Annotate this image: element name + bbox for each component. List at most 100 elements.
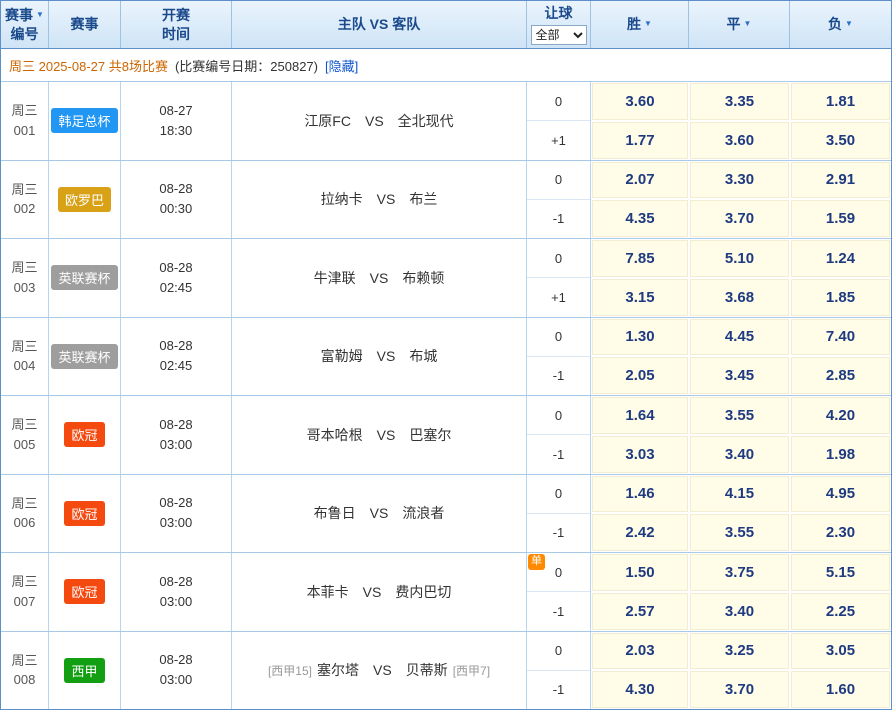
- odds-lose[interactable]: 2.91: [791, 162, 890, 199]
- away-team: 流浪者: [402, 503, 444, 523]
- odds-lose[interactable]: 2.85: [791, 357, 890, 394]
- odds-win[interactable]: 2.03: [592, 633, 688, 670]
- odds-win[interactable]: 2.42: [592, 514, 688, 551]
- odds-column-draw: 3.303.70: [689, 161, 790, 239]
- odds-draw[interactable]: 3.70: [690, 200, 789, 237]
- odds-win[interactable]: 2.05: [592, 357, 688, 394]
- odds-lose[interactable]: 2.25: [791, 593, 890, 630]
- odds-win[interactable]: 1.46: [592, 476, 688, 513]
- odds-column-draw: 3.553.40: [689, 396, 790, 474]
- header-lose[interactable]: 负 ▼: [790, 1, 891, 48]
- odds-draw[interactable]: 3.40: [690, 593, 789, 630]
- odds-draw[interactable]: 3.70: [690, 671, 789, 708]
- odds-column-draw: 3.353.60: [689, 82, 790, 160]
- odds-win[interactable]: 1.50: [592, 554, 688, 591]
- odds-draw[interactable]: 5.10: [690, 240, 789, 277]
- match-id-cell: 周三007: [1, 553, 49, 631]
- handicap-value: -1: [527, 513, 590, 552]
- match-id-cell: 周三002: [1, 161, 49, 239]
- odds-draw[interactable]: 3.75: [690, 554, 789, 591]
- match-id-cell: 周三006: [1, 475, 49, 553]
- vs-label: VS: [363, 584, 382, 600]
- odds-lose[interactable]: 1.24: [791, 240, 890, 277]
- odds-column-draw: 3.753.40: [689, 553, 790, 631]
- league-badge: 英联赛杯: [51, 344, 117, 369]
- odds-lose[interactable]: 1.81: [791, 83, 890, 120]
- odds-lose[interactable]: 4.95: [791, 476, 890, 513]
- handicap-cell: 0-1: [527, 161, 591, 239]
- odds-draw[interactable]: 3.68: [690, 279, 789, 316]
- league-cell: 欧罗巴: [49, 161, 121, 239]
- away-team: 布兰: [409, 189, 437, 209]
- odds-lose[interactable]: 1.98: [791, 436, 890, 473]
- home-team: 本菲卡: [307, 582, 349, 602]
- odds-lose[interactable]: 7.40: [791, 319, 890, 356]
- handicap-filter-select[interactable]: 全部: [531, 25, 587, 45]
- match-time: 03:00: [160, 670, 193, 690]
- match-day: 周三: [11, 494, 37, 514]
- odds-win[interactable]: 2.57: [592, 593, 688, 630]
- odds-draw[interactable]: 4.15: [690, 476, 789, 513]
- header-win[interactable]: 胜 ▼: [591, 1, 689, 48]
- league-badge: 欧冠: [64, 422, 104, 447]
- odds-draw[interactable]: 4.45: [690, 319, 789, 356]
- odds-column-win: 2.074.35: [591, 161, 689, 239]
- hide-link[interactable]: [隐藏]: [325, 56, 358, 75]
- odds-win[interactable]: 3.03: [592, 436, 688, 473]
- away-team: 巴塞尔: [409, 425, 451, 445]
- match-day: 周三: [11, 651, 37, 671]
- header-match-number[interactable]: 赛事 ▼ 编号: [1, 1, 49, 48]
- odds-win[interactable]: 3.60: [592, 83, 688, 120]
- odds-draw[interactable]: 3.45: [690, 357, 789, 394]
- odds-lose[interactable]: 5.15: [791, 554, 890, 591]
- odds-draw[interactable]: 3.55: [690, 397, 789, 434]
- odds-lose[interactable]: 1.59: [791, 200, 890, 237]
- odds-table: 赛事 ▼ 编号 赛事 开赛 时间 主队 VS 客队 让球 全部 胜 ▼: [0, 0, 892, 710]
- match-time: 02:45: [160, 278, 193, 298]
- odds-win[interactable]: 3.15: [592, 279, 688, 316]
- match-id-cell: 周三001: [1, 82, 49, 160]
- odds-win[interactable]: 7.85: [592, 240, 688, 277]
- time-cell: 08-2803:00: [121, 475, 232, 553]
- header-lose-label: 负: [828, 15, 842, 34]
- odds-lose[interactable]: 1.85: [791, 279, 890, 316]
- odds-win[interactable]: 2.07: [592, 162, 688, 199]
- handicap-cell: 0+1: [527, 82, 591, 160]
- match-id-cell: 周三004: [1, 318, 49, 396]
- odds-lose[interactable]: 4.20: [791, 397, 890, 434]
- odds-draw[interactable]: 3.60: [690, 122, 789, 159]
- odds-win[interactable]: 1.64: [592, 397, 688, 434]
- odds-win[interactable]: 4.35: [592, 200, 688, 237]
- match-id-cell: 周三005: [1, 396, 49, 474]
- handicap-value: 0: [527, 82, 590, 120]
- odds-lose[interactable]: 3.05: [791, 633, 890, 670]
- odds-column-lose: 1.813.50: [790, 82, 891, 160]
- handicap-value: 0: [527, 239, 590, 277]
- odds-draw[interactable]: 3.35: [690, 83, 789, 120]
- odds-lose[interactable]: 2.30: [791, 514, 890, 551]
- odds-column-lose: 5.152.25: [790, 553, 891, 631]
- odds-win[interactable]: 1.77: [592, 122, 688, 159]
- odds-draw[interactable]: 3.25: [690, 633, 789, 670]
- sort-arrow-icon: ▼: [744, 19, 752, 30]
- odds-win[interactable]: 4.30: [592, 671, 688, 708]
- odds-draw[interactable]: 3.55: [690, 514, 789, 551]
- odds-column-draw: 3.253.70: [689, 632, 790, 710]
- league-cell: 英联赛杯: [49, 239, 121, 317]
- odds-lose[interactable]: 1.60: [791, 671, 890, 708]
- odds-draw[interactable]: 3.40: [690, 436, 789, 473]
- odds-lose[interactable]: 3.50: [791, 122, 890, 159]
- odds-draw[interactable]: 3.30: [690, 162, 789, 199]
- handicap-value: 0: [527, 318, 590, 356]
- handicap-cell: 0-1: [527, 475, 591, 553]
- odds-win[interactable]: 1.30: [592, 319, 688, 356]
- handicap-value: 0单: [527, 553, 590, 591]
- day-summary-text: 周三 2025-08-27 共8场比赛: [9, 56, 168, 75]
- match-id-cell: 周三003: [1, 239, 49, 317]
- match-number: 007: [14, 592, 36, 612]
- header-draw[interactable]: 平 ▼: [689, 1, 790, 48]
- away-rank: [西甲7]: [453, 662, 490, 679]
- sort-arrow-icon: ▼: [845, 19, 853, 30]
- vs-label: VS: [373, 662, 392, 678]
- teams-cell: 富勒姆VS布城: [232, 318, 527, 396]
